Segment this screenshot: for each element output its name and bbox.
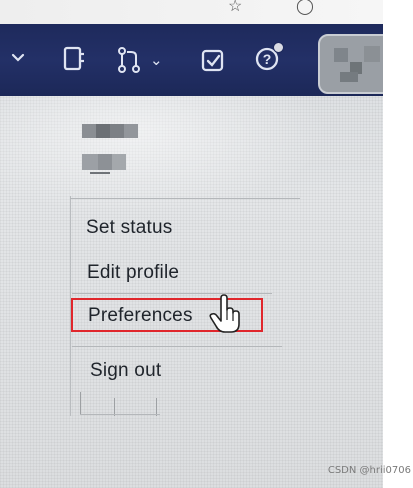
menu-item-set-status[interactable]: Set status xyxy=(86,217,173,239)
avatar-pixel xyxy=(364,46,380,62)
avatar-pixel xyxy=(334,48,348,62)
notification-dot xyxy=(273,42,284,53)
nav-todos[interactable] xyxy=(200,48,226,74)
nav-chevron[interactable] xyxy=(10,50,26,66)
chevron-down-icon: ⌄ xyxy=(150,52,163,69)
notebook-icon xyxy=(63,46,84,71)
user-avatar-button[interactable] xyxy=(318,34,383,94)
redaction-pixel xyxy=(82,154,98,170)
browser-top-strip: ☆ ◯ xyxy=(0,0,383,24)
redaction-pixel xyxy=(96,124,110,138)
nav-notebook[interactable] xyxy=(62,46,86,72)
star-icon: ☆ xyxy=(228,0,243,15)
avatar-pixel xyxy=(340,72,358,82)
redaction-pixel xyxy=(90,172,110,174)
nav-help[interactable]: ? xyxy=(254,42,284,72)
photo-of-screen: ☆ ◯ ⌄ ? Set status Edit profile Preferen… xyxy=(0,0,383,488)
username-redacted xyxy=(82,124,146,182)
redaction-pixel xyxy=(110,124,124,138)
redaction-pixel xyxy=(124,124,138,138)
menu-item-sign-out[interactable]: Sign out xyxy=(90,360,161,382)
svg-text:?: ? xyxy=(263,51,272,67)
redaction-pixel xyxy=(98,154,112,170)
menu-divider xyxy=(72,346,282,347)
redaction-pixel xyxy=(112,154,126,170)
table-edge xyxy=(80,414,160,415)
menu-divider xyxy=(70,198,300,199)
menu-divider xyxy=(72,293,272,294)
hand-pointer-icon xyxy=(209,294,240,333)
chevron-down-icon xyxy=(11,53,25,62)
extension-icon: ◯ xyxy=(296,0,314,15)
merge-request-icon xyxy=(118,47,140,73)
table-edge xyxy=(80,392,81,414)
menu-item-edit-profile[interactable]: Edit profile xyxy=(87,262,179,284)
watermark: CSDN @hrii0706 xyxy=(327,465,411,476)
todo-checkbox-icon xyxy=(201,49,224,72)
redaction-pixel xyxy=(82,124,96,138)
nav-merge-requests[interactable]: ⌄ xyxy=(116,46,163,74)
